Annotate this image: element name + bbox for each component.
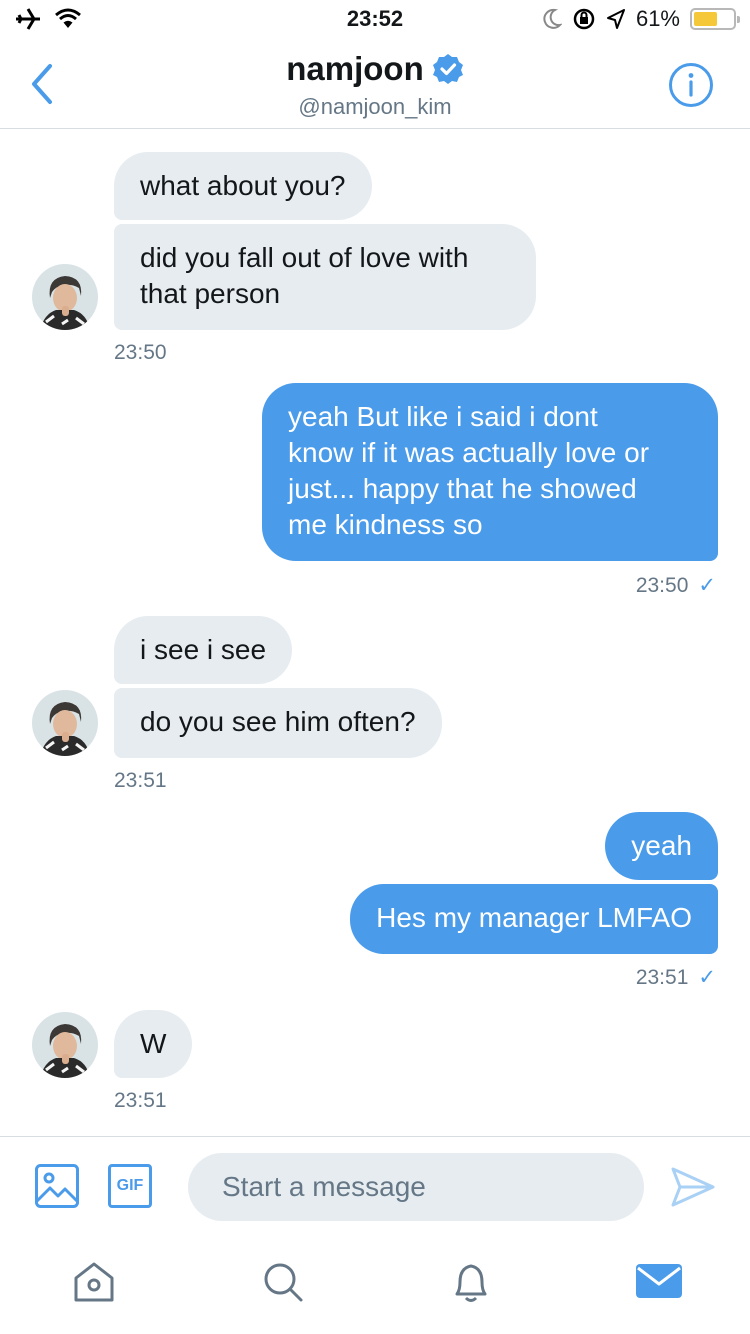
incoming-message[interactable]: what about you? — [114, 152, 372, 220]
message-input[interactable] — [188, 1153, 644, 1221]
home-icon[interactable] — [68, 1256, 120, 1308]
incoming-message[interactable]: i see i see — [114, 616, 293, 684]
mail-icon[interactable] — [632, 1256, 686, 1308]
conversation-header: namjoon @namjoon_kim — [0, 40, 750, 129]
message-timestamp: 23:50 ✓ — [635, 574, 716, 597]
verified-badge-icon — [432, 54, 463, 84]
search-icon[interactable] — [257, 1256, 309, 1308]
tab-bar — [0, 1236, 750, 1334]
location-icon — [606, 9, 625, 29]
status-bar: 23:52 61% — [0, 0, 750, 40]
message-timestamp: 23:51 — [114, 769, 167, 792]
read-check-icon: ✓ — [698, 574, 716, 597]
battery-icon — [690, 8, 740, 30]
outgoing-message[interactable]: Hes my manager LMFAO — [350, 884, 718, 954]
gif-button[interactable]: GIF — [108, 1164, 152, 1208]
message-timestamp: 23:50 — [114, 341, 167, 364]
incoming-message[interactable]: do you see him often? — [114, 688, 442, 758]
outgoing-message[interactable]: yeah — [605, 812, 718, 880]
battery-percent: 61% — [635, 6, 680, 31]
send-icon[interactable] — [670, 1165, 716, 1209]
message-timestamp: 23:51 ✓ — [635, 966, 716, 989]
moon-icon — [543, 8, 562, 29]
conversation-title[interactable]: namjoon @namjoon_kim — [0, 50, 750, 120]
outgoing-message[interactable]: yeah But like i said i dont know if it w… — [262, 383, 718, 561]
incoming-message[interactable]: did you fall out of love with that perso… — [114, 224, 536, 330]
image-icon[interactable] — [34, 1163, 80, 1209]
rotation-lock-icon — [573, 8, 595, 30]
contact-name: namjoon — [286, 50, 424, 87]
avatar[interactable] — [32, 264, 98, 330]
avatar[interactable] — [32, 1012, 98, 1078]
gif-icon: GIF — [116, 1177, 144, 1194]
bell-icon[interactable] — [445, 1256, 497, 1308]
message-timestamp: 23:51 — [114, 1089, 167, 1112]
incoming-message[interactable]: W — [114, 1010, 193, 1078]
info-icon[interactable] — [668, 62, 714, 108]
contact-handle: @namjoon_kim — [298, 94, 452, 119]
message-composer: GIF — [0, 1136, 750, 1237]
read-check-icon: ✓ — [698, 966, 716, 989]
avatar[interactable] — [32, 690, 98, 756]
